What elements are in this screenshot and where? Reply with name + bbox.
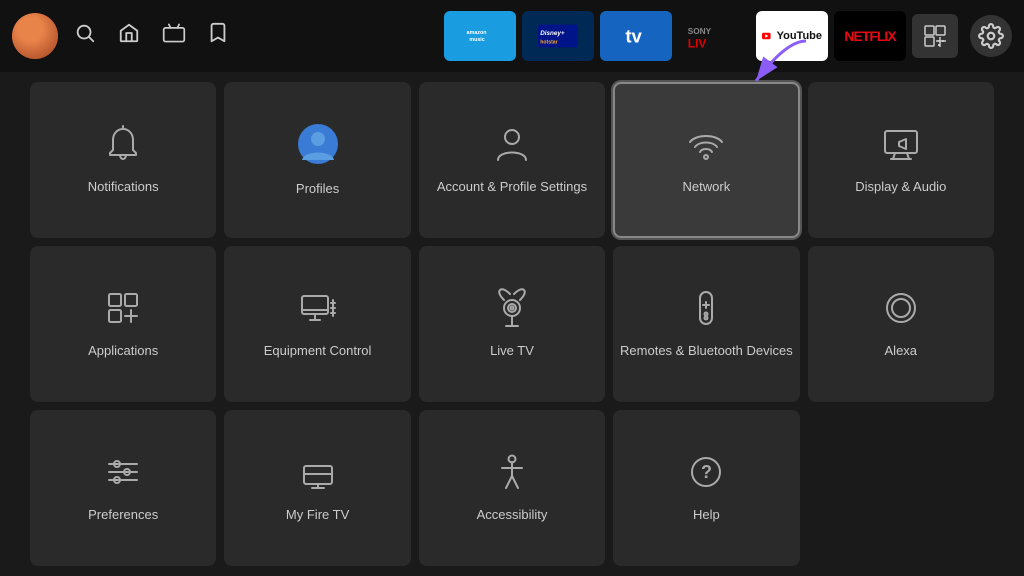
svg-text:amazon: amazon bbox=[467, 30, 487, 36]
my-fire-tv-tile[interactable]: My Fire TV bbox=[224, 410, 410, 566]
equipment-control-tile[interactable]: Equipment Control bbox=[224, 246, 410, 402]
monitor-icon bbox=[298, 288, 338, 333]
remote-icon bbox=[686, 288, 726, 333]
svg-text:?: ? bbox=[701, 462, 712, 482]
profiles-label: Profiles bbox=[296, 181, 339, 198]
svg-text:SONY: SONY bbox=[688, 27, 712, 36]
accessibility-icon bbox=[492, 452, 532, 497]
amazon-music-app[interactable]: amazon music bbox=[444, 11, 516, 61]
help-tile[interactable]: ? Help bbox=[613, 410, 799, 566]
svg-text:music: music bbox=[469, 37, 484, 43]
apps-icon bbox=[103, 288, 143, 333]
svg-text:hotstar: hotstar bbox=[540, 39, 557, 45]
remotes-tile[interactable]: Remotes & Bluetooth Devices bbox=[613, 246, 799, 402]
notifications-tile[interactable]: Notifications bbox=[30, 82, 216, 238]
live-tv-icon[interactable] bbox=[162, 22, 186, 50]
settings-grid: Notifications Profiles Account & Profile… bbox=[0, 72, 1024, 576]
alexa-icon bbox=[881, 288, 921, 333]
remotes-label: Remotes & Bluetooth Devices bbox=[620, 343, 793, 360]
svg-text:Disney+: Disney+ bbox=[540, 30, 565, 37]
svg-text:LIV: LIV bbox=[688, 36, 707, 50]
antenna-icon bbox=[492, 288, 532, 333]
account-tile[interactable]: Account & Profile Settings bbox=[419, 82, 605, 238]
live-tv-tile[interactable]: Live TV bbox=[419, 246, 605, 402]
tv-app[interactable]: tv bbox=[600, 11, 672, 61]
svg-text:tv: tv bbox=[625, 26, 642, 47]
profile-icon bbox=[296, 122, 340, 171]
user-avatar[interactable] bbox=[12, 13, 58, 59]
watchlist-icon[interactable] bbox=[208, 22, 228, 50]
apps-grid-button[interactable] bbox=[912, 14, 958, 58]
display-audio-tile[interactable]: Display & Audio bbox=[808, 82, 994, 238]
preferences-label: Preferences bbox=[88, 507, 158, 524]
netflix-label: NETFLIX bbox=[844, 28, 895, 44]
applications-label: Applications bbox=[88, 343, 158, 360]
help-label: Help bbox=[693, 507, 720, 524]
netflix-app[interactable]: NETFLIX bbox=[834, 11, 906, 61]
network-label: Network bbox=[683, 179, 731, 196]
notifications-label: Notifications bbox=[88, 179, 159, 196]
live-tv-label: Live TV bbox=[490, 343, 534, 360]
equipment-control-label: Equipment Control bbox=[264, 343, 372, 360]
alexa-tile[interactable]: Alexa bbox=[808, 246, 994, 402]
app-icons: amazon music Disney+ hotstar tv SONY L bbox=[444, 11, 958, 61]
settings-button[interactable] bbox=[970, 15, 1012, 57]
accessibility-tile[interactable]: Accessibility bbox=[419, 410, 605, 566]
empty-cell bbox=[808, 410, 994, 566]
alexa-label: Alexa bbox=[885, 343, 918, 360]
display-audio-label: Display & Audio bbox=[855, 179, 946, 196]
profiles-tile[interactable]: Profiles bbox=[224, 82, 410, 238]
help-icon: ? bbox=[686, 452, 726, 497]
topbar: amazon music Disney+ hotstar tv SONY L bbox=[0, 0, 1024, 72]
my-fire-tv-label: My Fire TV bbox=[286, 507, 349, 524]
preferences-tile[interactable]: Preferences bbox=[30, 410, 216, 566]
display-icon bbox=[881, 124, 921, 169]
bell-icon bbox=[103, 124, 143, 169]
youtube-label: YouTube bbox=[777, 30, 822, 42]
person-icon bbox=[492, 124, 532, 169]
network-tile[interactable]: Network bbox=[613, 82, 799, 238]
accessibility-label: Accessibility bbox=[477, 507, 548, 524]
sliders-icon bbox=[103, 452, 143, 497]
firetv-icon bbox=[298, 452, 338, 497]
search-icon[interactable] bbox=[74, 22, 96, 50]
applications-tile[interactable]: Applications bbox=[30, 246, 216, 402]
disney-hotstar-app[interactable]: Disney+ hotstar bbox=[522, 11, 594, 61]
wifi-icon bbox=[686, 124, 726, 169]
nav-icons bbox=[74, 22, 228, 50]
youtube-app[interactable]: YouTube bbox=[756, 11, 828, 61]
home-icon[interactable] bbox=[118, 22, 140, 50]
account-label: Account & Profile Settings bbox=[437, 179, 587, 196]
sony-liv-app[interactable]: SONY LIV bbox=[678, 11, 750, 61]
